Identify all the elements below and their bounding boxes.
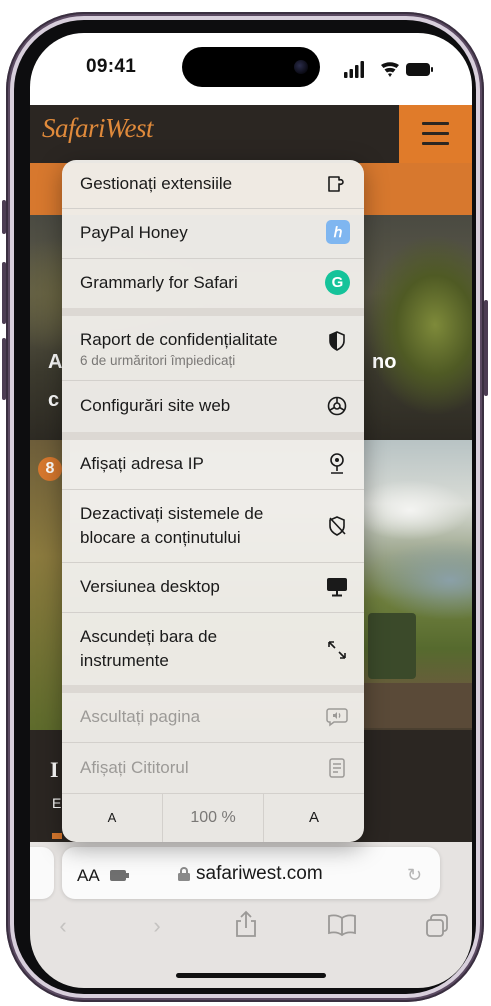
- tabs-icon[interactable]: [424, 913, 450, 939]
- menu-group-separator: [62, 685, 364, 693]
- menu-item-show-reader: Afișați Cititorul: [62, 743, 364, 793]
- menu-item-privacy-report[interactable]: Raport de confidențialitate 6 de urmărit…: [62, 316, 364, 380]
- menu-item-label: Ascultați pagina: [80, 707, 201, 726]
- menu-item-listen-to-page: Ascultați pagina: [62, 693, 364, 742]
- power-button: [484, 300, 488, 396]
- volume-down-button: [2, 338, 6, 400]
- menu-item-label: Dezactivați sistemele de: [80, 504, 264, 523]
- site-logo[interactable]: SafariWest: [42, 113, 154, 144]
- menu-item-label: PayPal Honey: [80, 223, 188, 242]
- reload-icon[interactable]: ↻: [407, 865, 422, 886]
- battery-icon: [406, 63, 433, 76]
- grammarly-icon: G: [325, 270, 350, 295]
- hero-vehicle: [368, 613, 416, 679]
- status-icons: [344, 61, 433, 78]
- menu-item-manage-extensions[interactable]: Gestionați extensiile: [62, 160, 364, 208]
- section-subtext-fragment: E: [52, 795, 62, 811]
- hero-text-fragment: c: [48, 389, 60, 411]
- status-time: 09:41: [86, 56, 137, 77]
- page-menu-popover: Gestionați extensiile PayPal Honey ℎ Gra…: [62, 160, 364, 842]
- back-icon[interactable]: ‹: [48, 913, 78, 939]
- speech-bubble-icon: [324, 704, 350, 730]
- wifi-icon: [381, 62, 399, 77]
- menu-item-desktop-version[interactable]: Versiunea desktop: [62, 563, 364, 612]
- aa-text: AA: [77, 866, 100, 885]
- menu-item-label: Grammarly for Safari: [80, 273, 238, 292]
- menu-item-label: Ascundeți bara de: [80, 627, 218, 646]
- menu-item-label-line2: blocare a conținutului: [80, 528, 241, 547]
- previous-tab-pill[interactable]: [30, 847, 54, 899]
- hamburger-line: [422, 132, 449, 135]
- action-button: [2, 200, 6, 234]
- zoom-level[interactable]: 100 %: [163, 793, 263, 842]
- hero-text-fragment: A: [48, 351, 63, 373]
- page-settings-button[interactable]: AA: [77, 866, 100, 886]
- volume-up-button: [2, 262, 6, 324]
- zoom-controls: A 100 % A: [62, 793, 364, 842]
- dynamic-island: [182, 47, 320, 87]
- section-accent: [52, 833, 62, 839]
- menu-item-hide-toolbar[interactable]: Ascundeți bara de instrumente: [62, 613, 364, 685]
- paypal-honey-icon: ℎ: [326, 220, 350, 244]
- home-indicator: [176, 973, 326, 978]
- hamburger-line: [422, 142, 449, 145]
- screen: 09:41 SafariWest A c no 8 I E AA safariw…: [30, 33, 472, 988]
- accessibility-badge-icon[interactable]: 8: [38, 457, 62, 481]
- menu-group-separator: [62, 432, 364, 440]
- forward-icon[interactable]: ›: [142, 913, 172, 939]
- lock-icon: [178, 867, 190, 881]
- hero-road: [360, 683, 472, 728]
- resize-arrows-icon: [324, 637, 350, 663]
- menu-item-label: Raport de confidențialitate: [80, 330, 278, 349]
- extension-icon[interactable]: [110, 870, 129, 881]
- menu-item-label: Afișați adresa IP: [80, 454, 204, 473]
- menu-item-label: Gestionați extensiile: [80, 174, 233, 193]
- menu-group-separator: [62, 308, 364, 316]
- location-pin-icon: [324, 451, 350, 477]
- cellular-signal-icon: [344, 61, 364, 78]
- menu-item-show-ip-address[interactable]: Afișați adresa IP: [62, 440, 364, 489]
- zoom-in-button[interactable]: A: [264, 793, 364, 842]
- menu-item-label: Versiunea desktop: [80, 577, 220, 596]
- menu-item-label: Afișați Cititorul: [80, 758, 189, 777]
- menu-item-website-settings[interactable]: Configurări site web: [62, 381, 364, 432]
- url-text[interactable]: safariwest.com: [196, 863, 323, 885]
- bookmarks-icon[interactable]: [327, 913, 357, 937]
- front-camera-icon: [294, 60, 308, 74]
- extension-icon: [324, 171, 350, 197]
- reader-icon: [324, 755, 350, 781]
- menu-item-label: Configurări site web: [80, 396, 231, 415]
- hamburger-line: [422, 122, 449, 125]
- privacy-shield-icon: [324, 328, 350, 354]
- hamburger-menu-button[interactable]: [399, 105, 472, 163]
- hero-text-fragment: no: [372, 351, 397, 373]
- menu-item-disable-content-blockers[interactable]: Dezactivați sistemele de blocare a conți…: [62, 490, 364, 562]
- menu-item-grammarly[interactable]: Grammarly for Safari G: [62, 259, 364, 308]
- privacy-report-sublabel: 6 de urmăritori împiedicați: [80, 353, 236, 368]
- menu-item-paypal-honey[interactable]: PayPal Honey ℎ: [62, 209, 364, 258]
- status-bar: 09:41: [30, 33, 472, 105]
- desktop-icon: [324, 574, 350, 600]
- share-icon[interactable]: [233, 909, 259, 939]
- section-heading-fragment: I: [50, 757, 59, 782]
- zoom-out-button[interactable]: A: [62, 793, 162, 842]
- menu-item-label-line2: instrumente: [80, 651, 169, 670]
- website-settings-icon: [324, 393, 350, 419]
- blocker-off-icon: [324, 513, 350, 539]
